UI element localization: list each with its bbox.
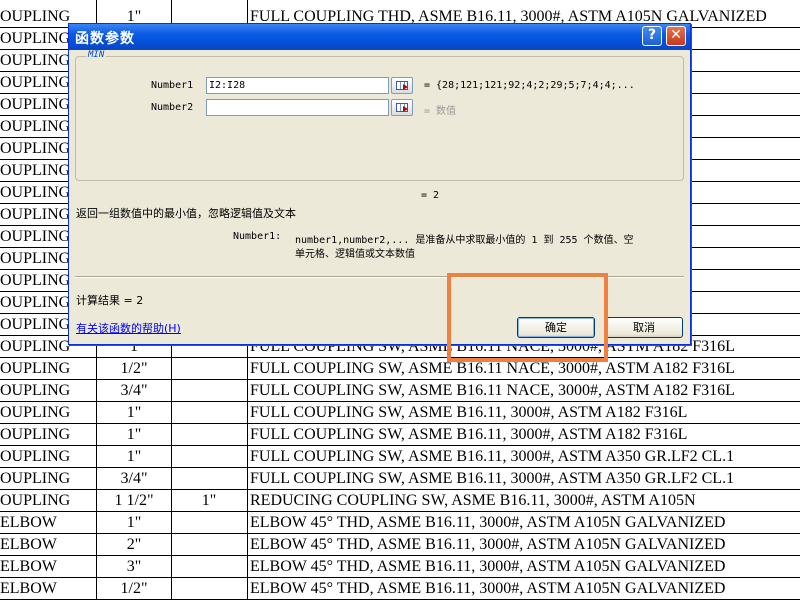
function-name: MIN [86, 50, 107, 60]
sheet-cell[interactable]: OUPLING [0, 424, 96, 445]
sheet-cell[interactable]: ELBOW 45° THD, ASME B16.11, 3000#, ASTM … [249, 578, 800, 599]
sheet-cell[interactable]: 3" [97, 556, 171, 577]
sheet-row[interactable]: ELBOW 2" ELBOW 45° THD, ASME B16.11, 3000#… [0, 534, 800, 556]
sheet-row[interactable]: OUPLING 1" FULL COUPLING SW, ASME B16.11, … [0, 402, 800, 424]
close-icon[interactable]: ✕ [666, 26, 686, 46]
arg-help-line1: number1,number2,... 是准备从中求取最小值的 1 到 255 … [295, 235, 634, 246]
sheet-row[interactable]: OUPLING 1/2" FULL COUPLING SW, ASME B16.11… [0, 358, 800, 380]
sheet-cell[interactable] [172, 512, 246, 533]
sheet-row[interactable]: OUPLING 1" FULL COUPLING SW, ASME B16.11, … [0, 424, 800, 446]
sheet-cell[interactable] [172, 578, 246, 599]
sheet-row[interactable]: OUPLING 3/4" FULL COUPLING SW, ASME B16.11… [0, 468, 800, 490]
calc-result: 计算结果 = 2 [76, 294, 144, 307]
sheet-cell[interactable]: ELBOW [0, 578, 96, 599]
cancel-button[interactable]: 取消 [605, 317, 683, 338]
sheet-cell[interactable] [172, 424, 246, 445]
sheet-cell[interactable]: FULL COUPLING SW, ASME B16.11, 3000#, AS… [249, 402, 800, 423]
sheet-cell[interactable]: ELBOW 45° THD, ASME B16.11, 3000#, ASTM … [249, 512, 800, 533]
number2-range-select-icon[interactable] [391, 99, 413, 116]
sheet-cell[interactable] [172, 556, 246, 577]
sheet-cell[interactable] [172, 534, 246, 555]
sheet-cell[interactable] [172, 358, 246, 379]
sheet-cell[interactable]: 1" [97, 446, 171, 467]
formula-result: = 2 [421, 190, 440, 201]
sheet-row[interactable]: ELBOW 1" ELBOW 45° THD, ASME B16.11, 3000#… [0, 512, 800, 534]
sheet-cell[interactable]: ELBOW [0, 512, 96, 533]
sheet-cell[interactable]: 1/2" [97, 578, 171, 599]
number2-result: = 数值 [424, 106, 457, 117]
sheet-row[interactable]: OUPLING 1 1/2" 1" REDUCING COUPLING SW, ASM… [0, 490, 800, 512]
sheet-cell[interactable]: ELBOW 45° THD, ASME B16.11, 3000#, ASTM … [249, 534, 800, 555]
help-question-icon[interactable]: ? [642, 26, 662, 46]
sheet-cell[interactable]: 1/2" [97, 358, 171, 379]
number2-label: Number2 [151, 102, 194, 113]
sheet-cell[interactable]: 1 1/2" [97, 490, 171, 511]
function-description: 返回一组数值中的最小值，忽略逻辑值及文本 [76, 207, 296, 220]
sheet-cell[interactable] [172, 402, 246, 423]
sheet-cell[interactable]: ELBOW 45° THD, ASME B16.11, 3000#, ASTM … [249, 556, 800, 577]
sheet-cell[interactable]: REDUCING COUPLING SW, ASME B16.11, 3000#… [249, 490, 800, 511]
sheet-cell[interactable] [172, 468, 246, 489]
dialog-title: 函数参数 [75, 31, 135, 47]
number1-result: = {28;121;121;92;4;2;29;5;7;4;4;... [424, 80, 635, 91]
sheet-cell[interactable]: FULL COUPLING SW, ASME B16.11, 3000#, AS… [249, 424, 800, 445]
sheet-row[interactable]: OUPLING 1" FULL COUPLING SW, ASME B16.11, … [0, 446, 800, 468]
sheet-row[interactable]: ELBOW 1/2" ELBOW 45° THD, ASME B16.11, 300… [0, 578, 800, 600]
sheet-cell[interactable] [172, 380, 246, 401]
sheet-cell[interactable]: 1" [97, 402, 171, 423]
sheet-cell[interactable]: OUPLING [0, 380, 96, 401]
sheet-cell[interactable]: ELBOW [0, 534, 96, 555]
dialog-titlebar[interactable]: 函数参数 ? ✕ [69, 24, 690, 50]
sheet-cell[interactable]: 2" [97, 534, 171, 555]
number1-label: Number1 [151, 80, 194, 91]
sheet-cell[interactable]: OUPLING [0, 358, 96, 379]
sheet-cell[interactable]: OUPLING [0, 402, 96, 423]
arg-help-line2: 单元格、逻辑值或文本数值 [295, 249, 415, 260]
sheet-cell[interactable]: FULL COUPLING SW, ASME B16.11 NACE, 3000… [249, 380, 800, 401]
function-help-link[interactable]: 有关该函数的帮助(H) [76, 320, 181, 336]
sheet-cell[interactable]: OUPLING [0, 490, 96, 511]
sheet-cell[interactable]: FULL COUPLING SW, ASME B16.11, 3000#, AS… [249, 468, 800, 489]
sheet-cell[interactable] [172, 446, 246, 467]
sheet-cell[interactable]: FULL COUPLING SW, ASME B16.11, 3000#, AS… [249, 446, 800, 467]
sheet-cell[interactable]: OUPLING [0, 468, 96, 489]
sheet-row[interactable]: OUPLING 3/4" FULL COUPLING SW, ASME B16.11… [0, 380, 800, 402]
number1-range-select-icon[interactable] [391, 77, 413, 94]
sheet-cell[interactable]: ELBOW [0, 556, 96, 577]
sheet-cell[interactable]: 3/4" [97, 468, 171, 489]
arg-help-label: Number1: [233, 231, 282, 242]
function-groupbox: MIN Number1 I2:I28 = {28;121;121;92;4;2;… [75, 50, 684, 181]
annotation-highlight-box [447, 273, 608, 362]
sheet-cell[interactable]: 1" [97, 512, 171, 533]
sheet-cell[interactable]: 3/4" [97, 380, 171, 401]
sheet-cell[interactable]: 1" [97, 424, 171, 445]
sheet-row[interactable]: ELBOW 3" ELBOW 45° THD, ASME B16.11, 3000#… [0, 556, 800, 578]
sheet-cell[interactable]: OUPLING [0, 446, 96, 467]
sheet-cell[interactable]: 1" [172, 490, 246, 511]
number1-input[interactable]: I2:I28 [206, 77, 389, 94]
number2-input[interactable] [206, 99, 389, 116]
